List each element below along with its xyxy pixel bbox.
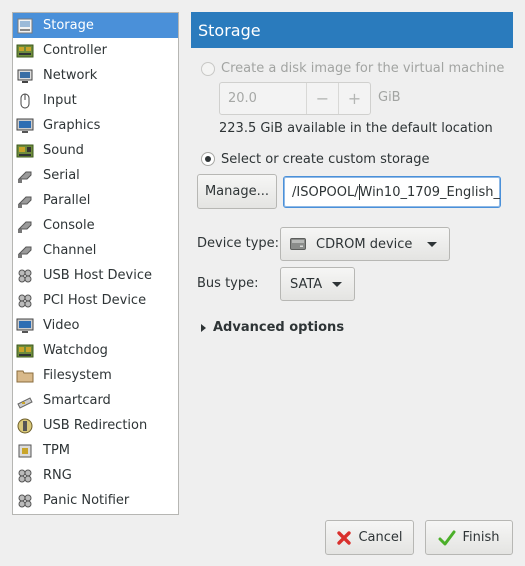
usb-redirection-icon (16, 417, 34, 435)
sidebar-item-label: Console (43, 218, 95, 233)
sidebar-item-rng[interactable]: RNG (13, 463, 178, 488)
sidebar-item-panic-notifier[interactable]: Panic Notifier (13, 488, 178, 513)
advanced-options-label: Advanced options (213, 320, 345, 335)
storage-icon (16, 17, 34, 35)
mouse-icon (16, 92, 34, 110)
decrement-button[interactable]: − (306, 83, 338, 114)
folder-icon (16, 367, 34, 385)
sidebar-item-label: RNG (43, 468, 72, 483)
finish-label: Finish (462, 530, 500, 545)
storage-path-text-start: /ISOPOOL/ (292, 184, 359, 200)
sidebar-item-usb-host-device[interactable]: USB Host Device (13, 263, 178, 288)
sidebar-item-filesystem[interactable]: Filesystem (13, 363, 178, 388)
create-disk-image-label: Create a disk image for the virtual mach… (221, 61, 505, 76)
sidebar-item-console[interactable]: Console (13, 213, 178, 238)
cancel-icon (336, 530, 352, 546)
tpm-chip-icon (16, 442, 34, 460)
sidebar-item-label: USB Redirection (43, 418, 148, 433)
device-list: Storage Controller Network Input Graphics Sou… (12, 12, 179, 515)
storage-path-text-end: Win10_1709_English_ (359, 184, 501, 200)
manage-button-label: Manage... (204, 184, 270, 199)
sidebar-item-label: Storage (43, 18, 94, 33)
device-type-label: Device type: (197, 236, 280, 251)
storage-path-input[interactable]: /ISOPOOL/Win10_1709_English_ (283, 176, 501, 208)
sidebar-item-serial[interactable]: Serial (13, 163, 178, 188)
cancel-button[interactable]: Cancel (325, 520, 414, 555)
sidebar-item-label: Smartcard (43, 393, 111, 408)
bus-type-dropdown[interactable]: SATA (280, 267, 355, 301)
sidebar-item-label: Watchdog (43, 343, 108, 358)
sidebar-item-label: USB Host Device (43, 268, 153, 283)
sidebar-item-parallel[interactable]: Parallel (13, 188, 178, 213)
channel-port-icon (16, 242, 34, 260)
sound-card-icon (16, 142, 34, 160)
sidebar-item-label: Network (43, 68, 98, 83)
panic-notifier-icon (16, 492, 34, 510)
create-disk-image-radio[interactable] (201, 62, 215, 76)
sidebar-item-graphics[interactable]: Graphics (13, 113, 178, 138)
usb-device-icon (16, 267, 34, 285)
sidebar-item-pci-host-device[interactable]: PCI Host Device (13, 288, 178, 313)
sidebar-item-label: Serial (43, 168, 80, 183)
manage-button[interactable]: Manage... (197, 174, 277, 209)
expander-arrow-icon (201, 323, 206, 332)
sidebar-item-label: Video (43, 318, 80, 333)
disk-size-unit: GiB (378, 90, 401, 105)
device-type-dropdown[interactable]: CDROM device (280, 227, 450, 261)
advanced-options-expander[interactable]: Advanced options (201, 320, 344, 335)
sidebar-item-label: Controller (43, 43, 107, 58)
sidebar-item-label: Channel (43, 243, 97, 258)
video-icon (16, 317, 34, 335)
chevron-down-icon (332, 281, 342, 287)
rng-icon (16, 467, 34, 485)
checkmark-icon (438, 530, 456, 546)
sidebar-item-smartcard[interactable]: Smartcard (13, 388, 178, 413)
pci-device-icon (16, 292, 34, 310)
finish-button[interactable]: Finish (425, 520, 513, 555)
sidebar-item-label: Parallel (43, 193, 91, 208)
disk-size-spinner[interactable]: 20.0 − + (219, 82, 371, 115)
device-type-value: CDROM device (316, 236, 413, 252)
sidebar-item-label: Filesystem (43, 368, 112, 383)
bus-type-value: SATA (290, 276, 323, 292)
sidebar-item-label: Graphics (43, 118, 101, 133)
sidebar-item-channel[interactable]: Channel (13, 238, 178, 263)
sidebar-item-label: PCI Host Device (43, 293, 147, 308)
available-space-text: 223.5 GiB available in the default locat… (219, 121, 493, 136)
custom-storage-label: Select or create custom storage (221, 152, 430, 167)
serial-port-icon (16, 167, 34, 185)
sidebar-item-label: Input (43, 93, 77, 108)
parallel-port-icon (16, 192, 34, 210)
page-header: Storage (191, 12, 513, 48)
sidebar-item-storage[interactable]: Storage (13, 13, 178, 38)
smartcard-icon (16, 392, 34, 410)
sidebar-item-watchdog[interactable]: Watchdog (13, 338, 178, 363)
sidebar-item-network[interactable]: Network (13, 63, 178, 88)
sidebar-item-video[interactable]: Video (13, 313, 178, 338)
sidebar-item-controller[interactable]: Controller (13, 38, 178, 63)
network-icon (16, 67, 34, 85)
chevron-down-icon (427, 241, 437, 247)
page-title: Storage (198, 20, 261, 40)
console-port-icon (16, 217, 34, 235)
increment-button[interactable]: + (338, 83, 370, 114)
cancel-label: Cancel (358, 530, 403, 545)
custom-storage-radio[interactable] (201, 152, 215, 166)
controller-icon (16, 42, 34, 60)
disk-size-value[interactable]: 20.0 (220, 83, 306, 114)
cdrom-icon (290, 237, 306, 251)
sidebar-item-usb-redirection[interactable]: USB Redirection (13, 413, 178, 438)
sidebar-item-input[interactable]: Input (13, 88, 178, 113)
sidebar-item-tpm[interactable]: TPM (13, 438, 178, 463)
sidebar-item-label: Sound (43, 143, 84, 158)
sidebar-item-label: Panic Notifier (43, 493, 130, 508)
watchdog-icon (16, 342, 34, 360)
bus-type-label: Bus type: (197, 276, 259, 291)
sidebar-item-sound[interactable]: Sound (13, 138, 178, 163)
monitor-icon (16, 117, 34, 135)
sidebar-item-label: TPM (43, 443, 70, 458)
